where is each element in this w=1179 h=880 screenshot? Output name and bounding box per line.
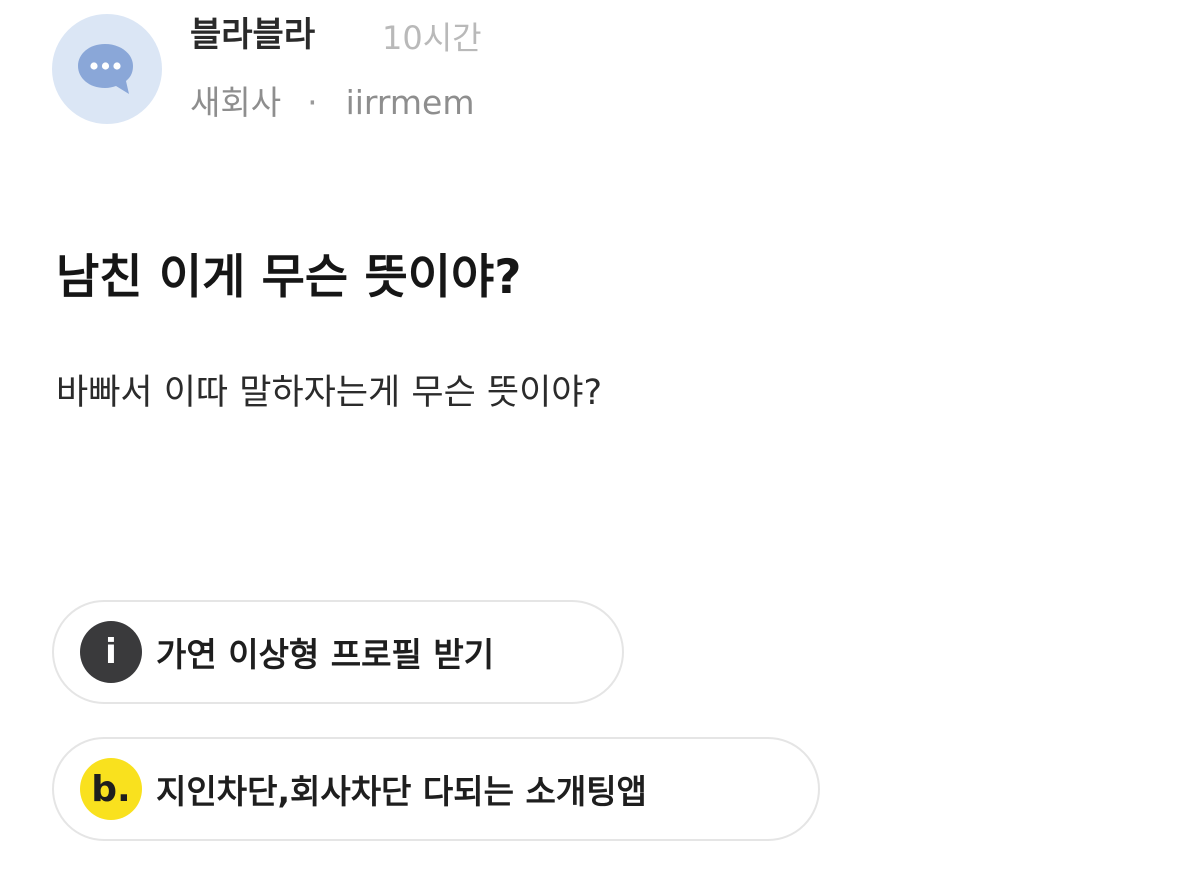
author-company[interactable]: 새회사: [190, 83, 281, 122]
author-meta: 새회사 · iirrmem: [190, 86, 475, 119]
brand-b-icon: b.: [80, 758, 142, 820]
post-time: 10시간: [382, 19, 482, 57]
promo-label: 가연 이상형 프로필 받기: [156, 635, 495, 674]
author-avatar[interactable]: [52, 14, 162, 124]
meta-separator: ·: [307, 83, 318, 122]
author-name[interactable]: 블라블라: [190, 18, 315, 52]
post-header: 블라블라 10시간 새회사 · iirrmem: [52, 8, 1132, 138]
promo-button-dating-app[interactable]: b. 지인차단,회사차단 다되는 소개팅앱: [52, 737, 820, 841]
info-icon: i: [80, 621, 142, 683]
author-handle[interactable]: iirrmem: [346, 83, 475, 122]
chat-bubble-icon: [78, 44, 133, 94]
promo-label: 지인차단,회사차단 다되는 소개팅앱: [156, 772, 647, 811]
promo-button-profile[interactable]: i 가연 이상형 프로필 받기: [52, 600, 624, 704]
post-title: 남친 이게 무슨 뜻이야?: [56, 250, 522, 305]
post-body: 바빠서 이따 말하자는게 무슨 뜻이야?: [56, 373, 603, 413]
